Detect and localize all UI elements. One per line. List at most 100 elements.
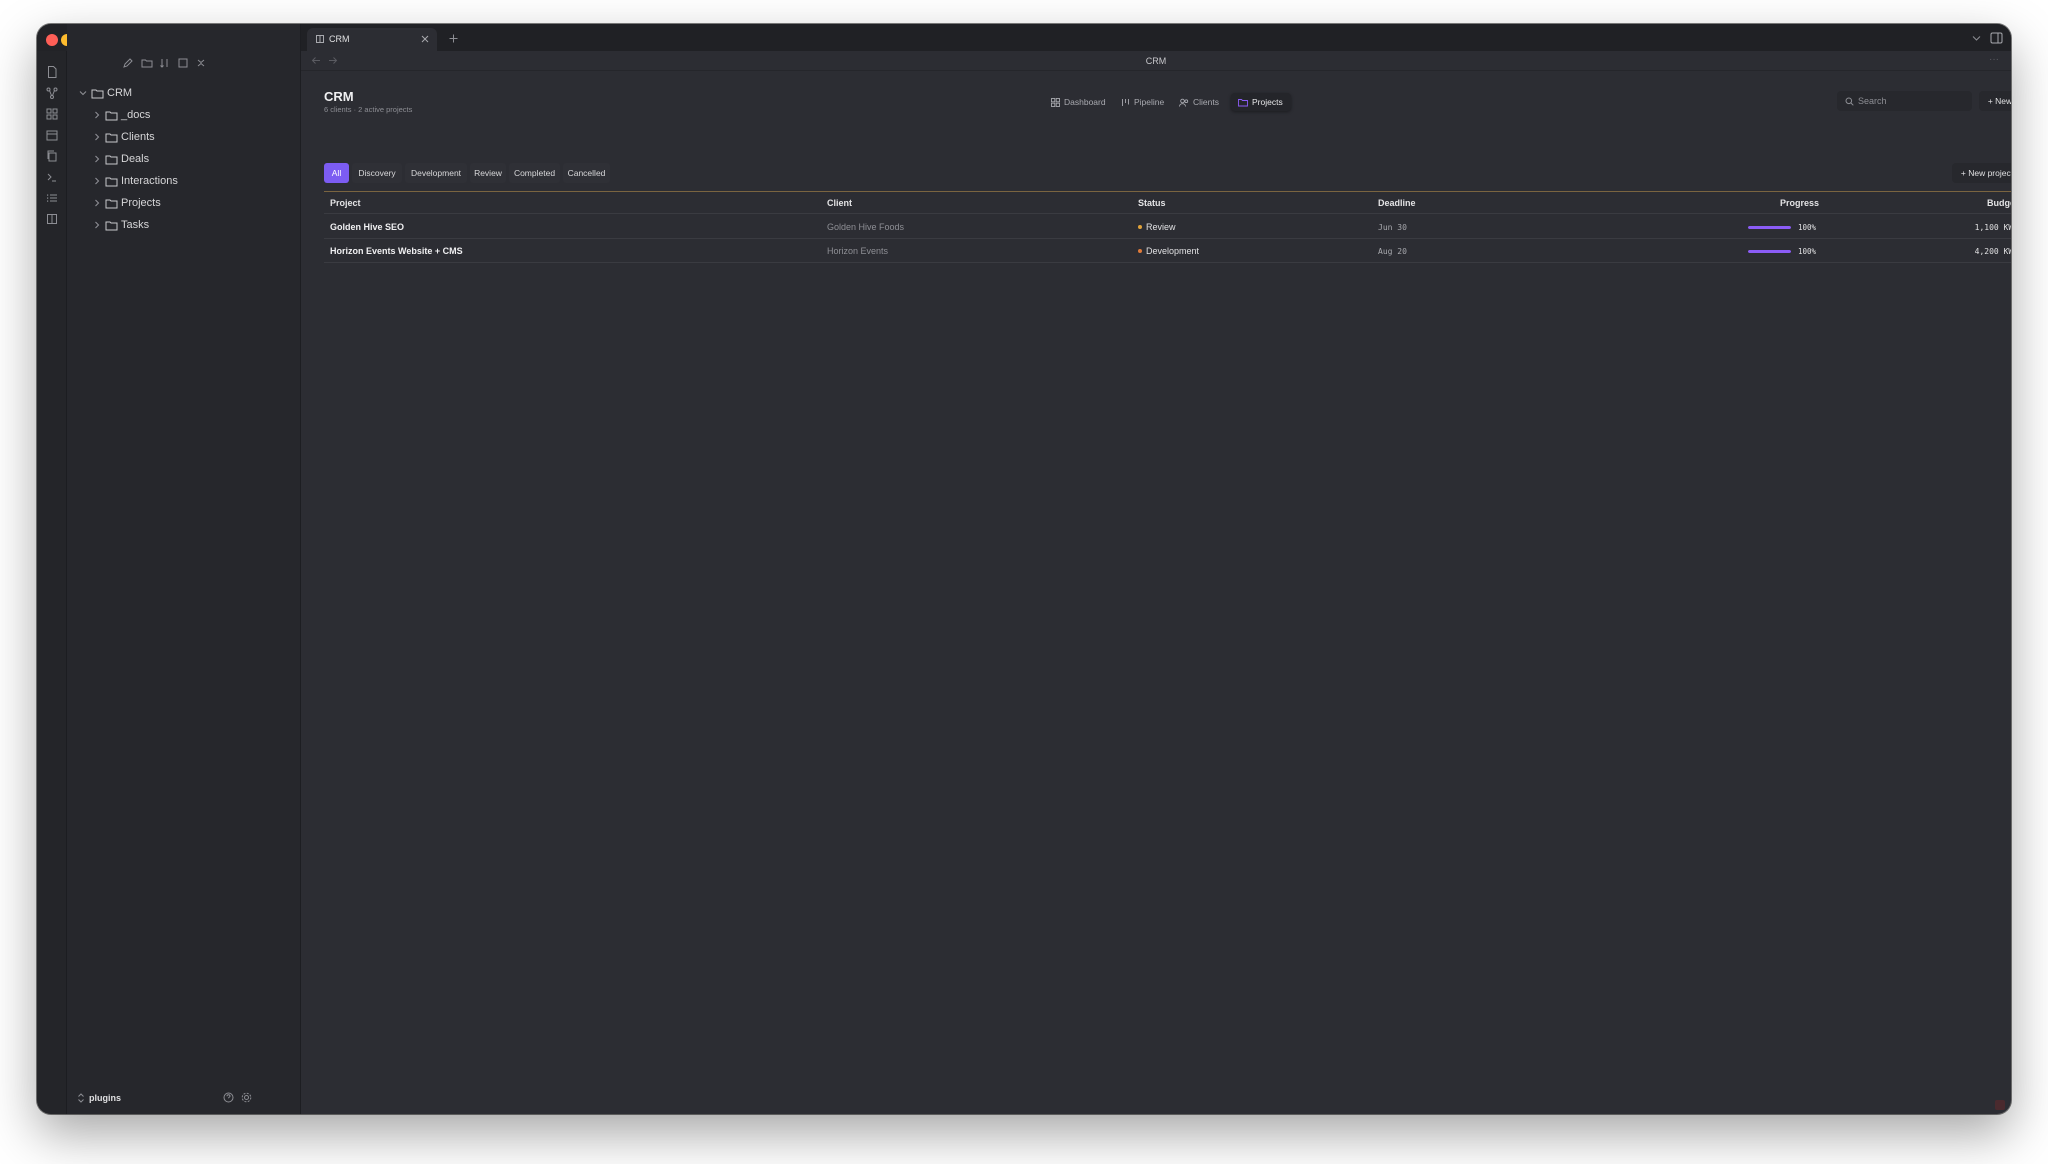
search-icon xyxy=(1845,97,1854,106)
tree-root-crm[interactable]: CRM xyxy=(67,82,301,104)
tree-item-label: Tasks xyxy=(121,219,150,231)
dashboard-icon xyxy=(1051,97,1060,107)
status-badge: Development xyxy=(1138,246,1199,256)
tree-item[interactable]: Deals xyxy=(67,148,301,170)
sort-icon[interactable] xyxy=(159,57,171,69)
tree-item[interactable]: _docs xyxy=(67,104,301,126)
file-icon[interactable] xyxy=(45,65,59,79)
filter-all[interactable]: All xyxy=(324,163,349,183)
search-input[interactable] xyxy=(1858,96,1958,106)
tree-item[interactable]: Clients xyxy=(67,126,301,148)
tree-item-label: _docs xyxy=(121,109,151,121)
vault-switcher-bar: plugins xyxy=(67,1080,301,1114)
tab-crm[interactable]: CRM xyxy=(307,28,437,51)
terminal-icon[interactable] xyxy=(45,170,59,184)
nav-clients-label: Clients xyxy=(1193,97,1219,107)
new-note-icon[interactable] xyxy=(122,57,134,69)
book-icon xyxy=(316,35,324,43)
more-options-icon[interactable]: ··· xyxy=(1989,54,1999,65)
tree-item[interactable]: Tasks xyxy=(67,214,301,236)
grid-icon[interactable] xyxy=(45,107,59,121)
col-progress[interactable]: Progress xyxy=(1780,198,1819,208)
new-tab-icon[interactable] xyxy=(449,34,458,43)
vault-name[interactable]: plugins xyxy=(89,1093,121,1103)
file-explorer: CRM _docs Clients Deals Interactions Pro… xyxy=(67,24,301,1114)
new-button[interactable]: + New xyxy=(1979,91,2011,111)
col-client[interactable]: Client xyxy=(827,198,852,208)
chevron-right-icon xyxy=(95,221,100,229)
folder-icon xyxy=(1238,98,1248,106)
deadline: Aug 20 xyxy=(1378,247,1407,256)
budget: 1,100 KWD xyxy=(1974,223,2011,232)
view-title: CRM xyxy=(1145,56,1167,66)
chevron-right-icon xyxy=(95,111,100,119)
tab-bar: CRM xyxy=(301,24,2011,51)
nav-pipeline[interactable]: Pipeline xyxy=(1115,93,1167,111)
collapse-all-icon[interactable] xyxy=(195,57,207,69)
progress-bar xyxy=(1748,226,1791,229)
close-icon[interactable] xyxy=(421,35,429,43)
table-header: Project Client Status Deadline Progress … xyxy=(324,191,2011,214)
app-window: CRM _docs Clients Deals Interactions Pro… xyxy=(37,24,2011,1114)
col-status[interactable]: Status xyxy=(1138,198,1166,208)
folder-icon xyxy=(105,155,118,165)
nav-dashboard[interactable]: Dashboard xyxy=(1045,93,1109,111)
book-icon[interactable] xyxy=(45,212,59,226)
list-icon[interactable] xyxy=(45,191,59,205)
progress-bar xyxy=(1748,250,1791,253)
close-window-button[interactable] xyxy=(46,34,58,46)
calendar-icon[interactable] xyxy=(45,128,59,142)
chevron-right-icon xyxy=(95,133,100,141)
page-title: CRM xyxy=(324,89,354,104)
new-project-button[interactable]: + New project xyxy=(1952,163,2011,183)
left-ribbon xyxy=(37,51,67,1114)
client-name: Golden Hive Foods xyxy=(827,222,905,232)
project-name[interactable]: Horizon Events Website + CMS xyxy=(330,246,463,256)
folder-icon xyxy=(105,133,118,143)
nav-projects-label: Projects xyxy=(1252,97,1283,107)
filter-review[interactable]: Review xyxy=(470,163,506,183)
tree-item[interactable]: Projects xyxy=(67,192,301,214)
col-project[interactable]: Project xyxy=(330,198,361,208)
filter-cancelled[interactable]: Cancelled xyxy=(563,163,610,183)
col-budget[interactable]: Budget xyxy=(1987,198,2011,208)
chevron-updown-icon[interactable] xyxy=(77,1093,85,1103)
tree-item-label: Clients xyxy=(121,131,155,143)
crm-nav: Dashboard Pipeline Clients Projects xyxy=(1045,93,1305,111)
folder-icon xyxy=(105,221,118,231)
nav-clients[interactable]: Clients xyxy=(1173,93,1225,111)
progress-fill xyxy=(1748,226,1791,229)
tab-label: CRM xyxy=(329,34,350,44)
users-icon xyxy=(1179,98,1189,107)
view-header: CRM ··· xyxy=(301,51,2011,71)
filter-completed[interactable]: Completed xyxy=(509,163,560,183)
budget: 4,200 KWD xyxy=(1974,247,2011,256)
project-name[interactable]: Golden Hive SEO xyxy=(330,222,404,232)
graph-icon[interactable] xyxy=(45,86,59,100)
chevron-down-icon xyxy=(79,91,87,96)
folder-icon xyxy=(105,177,118,187)
explorer-toolbar xyxy=(67,57,301,71)
chevron-down-icon[interactable] xyxy=(1972,35,1981,42)
filter-development[interactable]: Development xyxy=(405,163,467,183)
copy-icon[interactable] xyxy=(45,149,59,163)
filter-discovery[interactable]: Discovery xyxy=(352,163,402,183)
nav-pipeline-label: Pipeline xyxy=(1134,97,1165,107)
right-sidebar-toggle-icon[interactable] xyxy=(1990,32,2003,44)
col-deadline[interactable]: Deadline xyxy=(1378,198,1416,208)
search-box[interactable] xyxy=(1837,91,1972,111)
settings-icon[interactable] xyxy=(241,1092,252,1103)
table-row[interactable]: Horizon Events Website + CMS Horizon Eve… xyxy=(324,239,2011,263)
nav-projects[interactable]: Projects xyxy=(1231,93,1291,111)
pipeline-icon xyxy=(1122,98,1129,106)
nav-dashboard-label: Dashboard xyxy=(1064,97,1106,107)
tree-item-label: Projects xyxy=(121,197,161,209)
new-folder-icon[interactable] xyxy=(141,57,153,69)
tree-item[interactable]: Interactions xyxy=(67,170,301,192)
help-icon[interactable] xyxy=(223,1092,234,1103)
tree-item-label: Interactions xyxy=(121,175,178,187)
folder-icon xyxy=(105,111,118,121)
status-indicator-icon xyxy=(1995,1100,2005,1110)
table-row[interactable]: Golden Hive SEO Golden Hive Foods Review… xyxy=(324,215,2011,239)
auto-reveal-icon[interactable] xyxy=(177,57,189,69)
